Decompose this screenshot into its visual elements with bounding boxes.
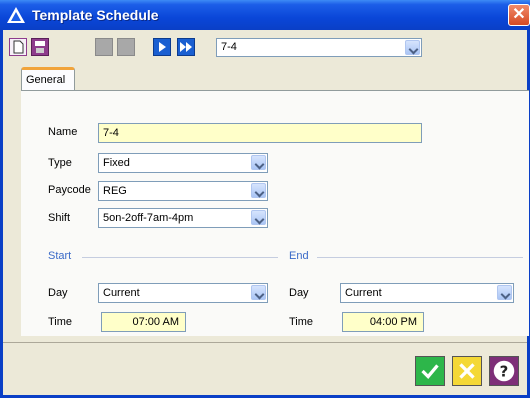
check-icon: [421, 364, 439, 380]
start-section-title: Start: [48, 250, 72, 262]
chevron-down-icon[interactable]: [251, 183, 266, 198]
end-time-field[interactable]: 04:00 PM: [342, 312, 424, 332]
tab-general-label: General: [26, 74, 66, 86]
paycode-value: REG: [103, 185, 127, 197]
chevron-down-icon[interactable]: [251, 155, 266, 170]
previous-disabled-icon: [95, 38, 113, 56]
chevron-down-icon[interactable]: [251, 285, 266, 300]
end-day-label: Day: [289, 287, 309, 299]
end-day-value: Current: [345, 287, 382, 299]
start-time-label: Time: [48, 316, 73, 328]
shift-label: Shift: [48, 212, 71, 224]
name-value: 7-4: [103, 127, 119, 139]
footer-divider: [3, 342, 527, 343]
name-field[interactable]: 7-4: [98, 123, 422, 143]
title-bar: Template Schedule ✕: [0, 0, 530, 30]
app-triangle-icon: [7, 7, 25, 23]
start-time-field[interactable]: 07:00 AM: [101, 312, 186, 332]
chevron-down-icon[interactable]: [405, 40, 420, 55]
template-schedule-window: Template Schedule ✕ 7-4 General Name 7-4…: [0, 0, 530, 398]
close-button[interactable]: ✕: [508, 4, 530, 26]
close-icon: ✕: [512, 6, 526, 23]
general-panel: Name 7-4 Type Fixed Paycode REG Shift 5o…: [21, 90, 529, 336]
shift-value: 5on-2off-7am-4pm: [103, 212, 194, 224]
type-value: Fixed: [103, 157, 130, 169]
paycode-select[interactable]: REG: [98, 181, 268, 201]
start-divider: [82, 257, 278, 258]
save-icon[interactable]: [31, 38, 49, 56]
record-selector[interactable]: 7-4: [216, 38, 422, 57]
end-divider: [317, 257, 523, 258]
start-time-value: 07:00 AM: [132, 316, 179, 328]
chevron-down-icon[interactable]: [251, 210, 266, 225]
end-time-label: Time: [289, 316, 314, 328]
start-day-label: Day: [48, 287, 68, 299]
record-selector-value: 7-4: [221, 41, 237, 53]
new-icon[interactable]: [9, 38, 27, 56]
first-disabled-icon: [117, 38, 135, 56]
toolbar: 7-4: [7, 34, 527, 62]
window-title: Template Schedule: [32, 7, 159, 23]
chevron-down-icon[interactable]: [497, 285, 512, 300]
name-label: Name: [48, 126, 78, 138]
next-icon[interactable]: [153, 38, 171, 56]
last-icon[interactable]: [177, 38, 195, 56]
end-section-title: End: [289, 250, 309, 262]
cancel-button[interactable]: [452, 356, 482, 386]
question-icon: ?: [500, 363, 509, 381]
shift-select[interactable]: 5on-2off-7am-4pm: [98, 208, 268, 228]
cancel-x-icon: [459, 363, 475, 379]
start-day-select[interactable]: Current: [98, 283, 268, 303]
type-label: Type: [48, 157, 72, 169]
end-time-value: 04:00 PM: [369, 316, 417, 328]
tab-general[interactable]: General: [21, 67, 75, 91]
type-select[interactable]: Fixed: [98, 153, 268, 173]
help-button[interactable]: ?: [489, 356, 519, 386]
ok-button[interactable]: [415, 356, 445, 386]
end-day-select[interactable]: Current: [340, 283, 514, 303]
paycode-label: Paycode: [48, 184, 91, 196]
start-day-value: Current: [103, 287, 140, 299]
